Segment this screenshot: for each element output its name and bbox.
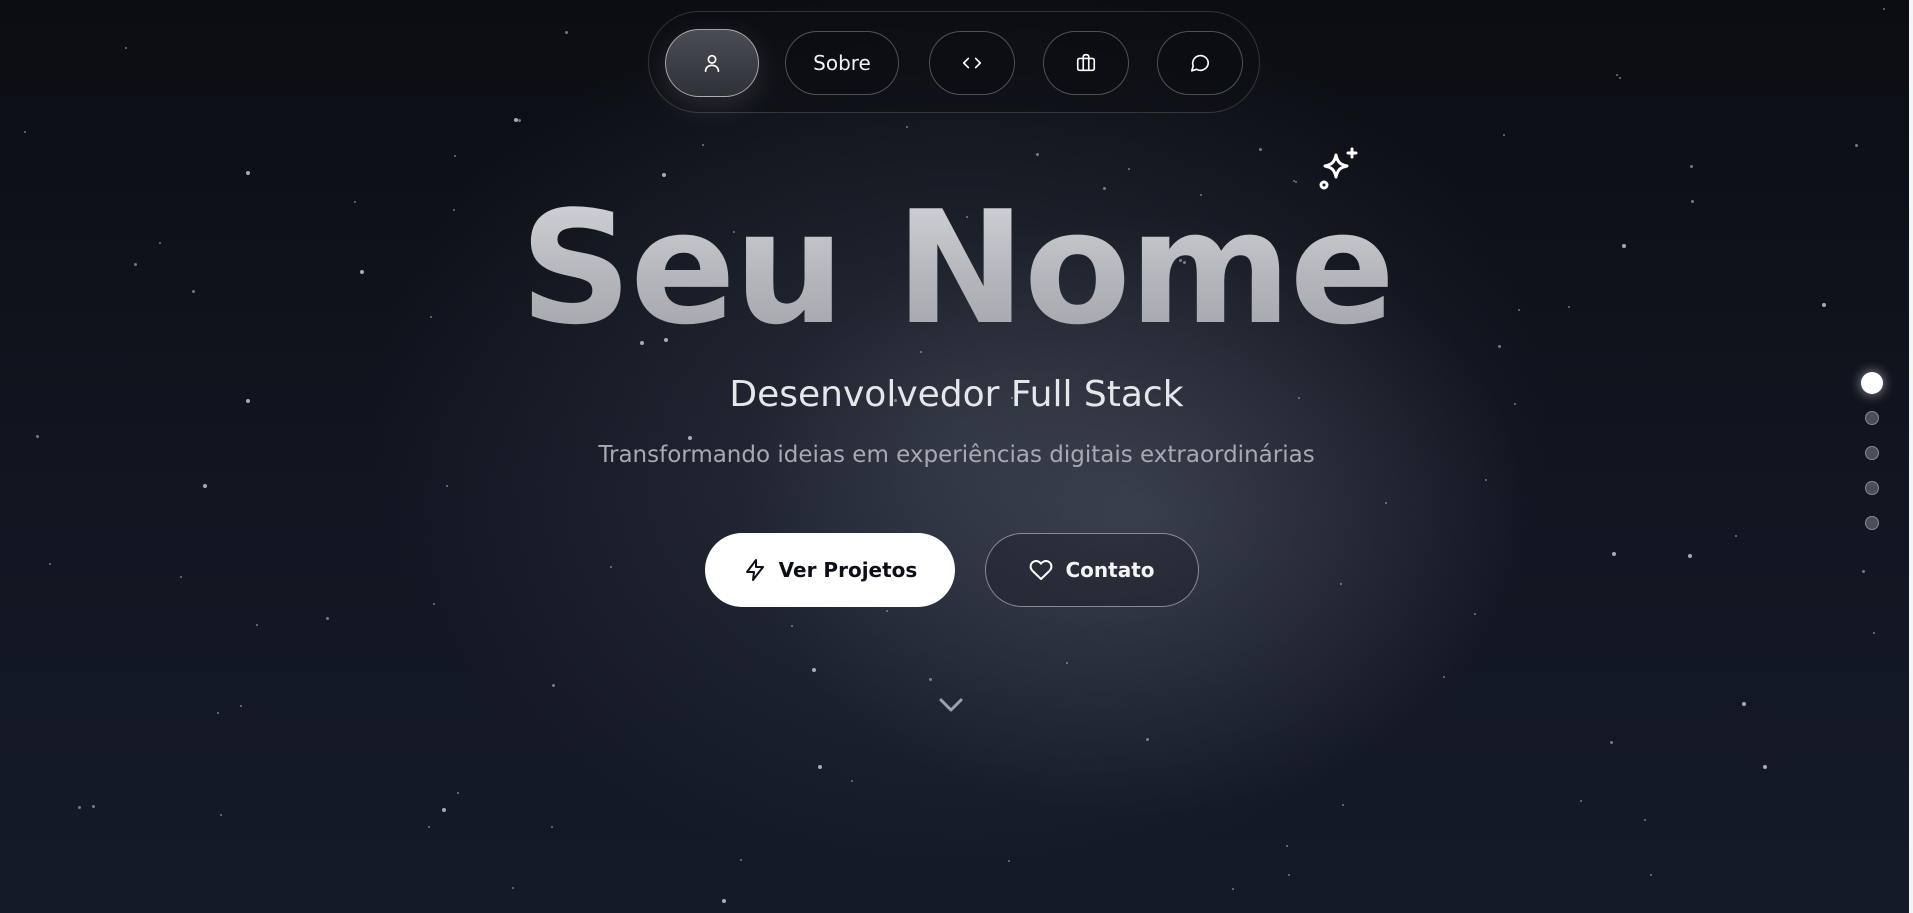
- star-dot: [1385, 502, 1387, 504]
- nav-contact-button[interactable]: [1157, 31, 1243, 95]
- zap-icon: [745, 559, 764, 581]
- star-dot: [125, 47, 127, 49]
- star-dot: [886, 610, 888, 612]
- star-dot: [1128, 168, 1130, 170]
- star-dot: [256, 624, 258, 626]
- star-dot: [433, 603, 435, 605]
- star-dot: [906, 126, 908, 128]
- hero-background: Sobre Seu Nome Desenvolvedor Full Stack …: [0, 0, 1913, 913]
- star-dot: [610, 566, 612, 568]
- star-dot: [1742, 702, 1746, 706]
- star-dot: [722, 899, 726, 903]
- nav-home-button[interactable]: [665, 29, 759, 97]
- star-dot: [217, 712, 219, 714]
- star-dot: [1259, 148, 1262, 151]
- nav-code-button[interactable]: [929, 31, 1015, 95]
- nav-sobre-label: Sobre: [813, 51, 871, 75]
- star-dot: [851, 780, 853, 782]
- star-dot: [428, 826, 430, 828]
- star-dot: [812, 668, 816, 672]
- contact-label: Contato: [1065, 558, 1155, 582]
- star-dot: [1580, 800, 1582, 802]
- star-dot: [1619, 77, 1621, 79]
- section-indicator: [1860, 372, 1884, 532]
- star-dot: [1066, 662, 1068, 664]
- star-dot: [1616, 74, 1618, 76]
- star-dot: [24, 131, 26, 133]
- star-dot: [1862, 570, 1865, 573]
- star-dot: [1485, 479, 1487, 481]
- star-dot: [1873, 632, 1875, 634]
- star-dot: [220, 814, 222, 816]
- star-dot: [326, 617, 329, 620]
- star-dot: [702, 144, 704, 146]
- star-dot: [180, 576, 182, 578]
- star-dot: [36, 435, 39, 438]
- section-dot-5[interactable]: [1865, 516, 1879, 530]
- star-dot: [1036, 153, 1039, 156]
- star-dot: [49, 563, 51, 565]
- code-icon: [962, 57, 982, 69]
- star-dot: [1146, 738, 1149, 741]
- section-dot-1[interactable]: [1861, 372, 1883, 394]
- section-dot-4[interactable]: [1865, 481, 1879, 495]
- star-dot: [1612, 552, 1616, 556]
- star-dot: [1644, 819, 1646, 821]
- star-dot: [791, 625, 793, 627]
- message-circle-icon: [1190, 54, 1210, 72]
- star-dot: [1855, 144, 1858, 147]
- star-dot: [1340, 583, 1342, 585]
- star-dot: [740, 859, 742, 861]
- star-dot: [457, 792, 459, 794]
- star-dot: [1690, 165, 1693, 168]
- hero-name: Seu Nome: [0, 178, 1913, 358]
- nav-sobre-button[interactable]: Sobre: [785, 31, 899, 95]
- section-dot-2[interactable]: [1865, 411, 1879, 425]
- star-dot: [1342, 804, 1344, 806]
- star-dot: [1232, 888, 1234, 890]
- star-dot: [551, 826, 553, 828]
- star-dot: [454, 155, 456, 157]
- star-dot: [552, 684, 555, 687]
- star-dot: [565, 31, 568, 34]
- star-dot: [442, 808, 446, 812]
- star-dot: [518, 119, 521, 122]
- section-dot-3[interactable]: [1865, 446, 1879, 460]
- hero-role: Desenvolvedor Full Stack: [729, 374, 1184, 415]
- chevron-down-icon[interactable]: [936, 690, 966, 720]
- briefcase-icon: [1076, 53, 1096, 72]
- star-dot: [1008, 860, 1010, 862]
- star-dot: [1443, 676, 1445, 678]
- star-dot: [1288, 874, 1290, 876]
- nav-projects-button[interactable]: [1043, 31, 1129, 95]
- star-dot: [78, 806, 81, 809]
- star-dot: [512, 887, 514, 889]
- star-dot: [1474, 613, 1476, 615]
- contact-button[interactable]: Contato: [985, 533, 1199, 607]
- star-dot: [1735, 535, 1737, 537]
- star-dot: [1688, 554, 1692, 558]
- window-edge: [1909, 0, 1913, 913]
- star-dot: [1763, 765, 1767, 769]
- star-dot: [818, 765, 822, 769]
- view-projects-label: Ver Projetos: [778, 558, 918, 582]
- star-dot: [1286, 845, 1288, 847]
- hero-tagline: Transformando ideias em experiências dig…: [598, 442, 1315, 468]
- star-dot: [929, 678, 932, 681]
- star-dot: [446, 485, 448, 487]
- star-dot: [1650, 874, 1652, 876]
- star-dot: [688, 436, 692, 440]
- star-dot: [92, 805, 95, 808]
- star-dot: [1610, 741, 1613, 744]
- top-navigation: Sobre: [648, 11, 1260, 113]
- user-icon: [704, 54, 720, 73]
- star-dot: [203, 484, 207, 488]
- star-dot: [1883, 8, 1885, 10]
- star-dot: [240, 705, 242, 707]
- star-dot: [1503, 134, 1505, 136]
- heart-icon: [1030, 560, 1053, 580]
- view-projects-button[interactable]: Ver Projetos: [705, 533, 955, 607]
- star-dot: [246, 171, 250, 175]
